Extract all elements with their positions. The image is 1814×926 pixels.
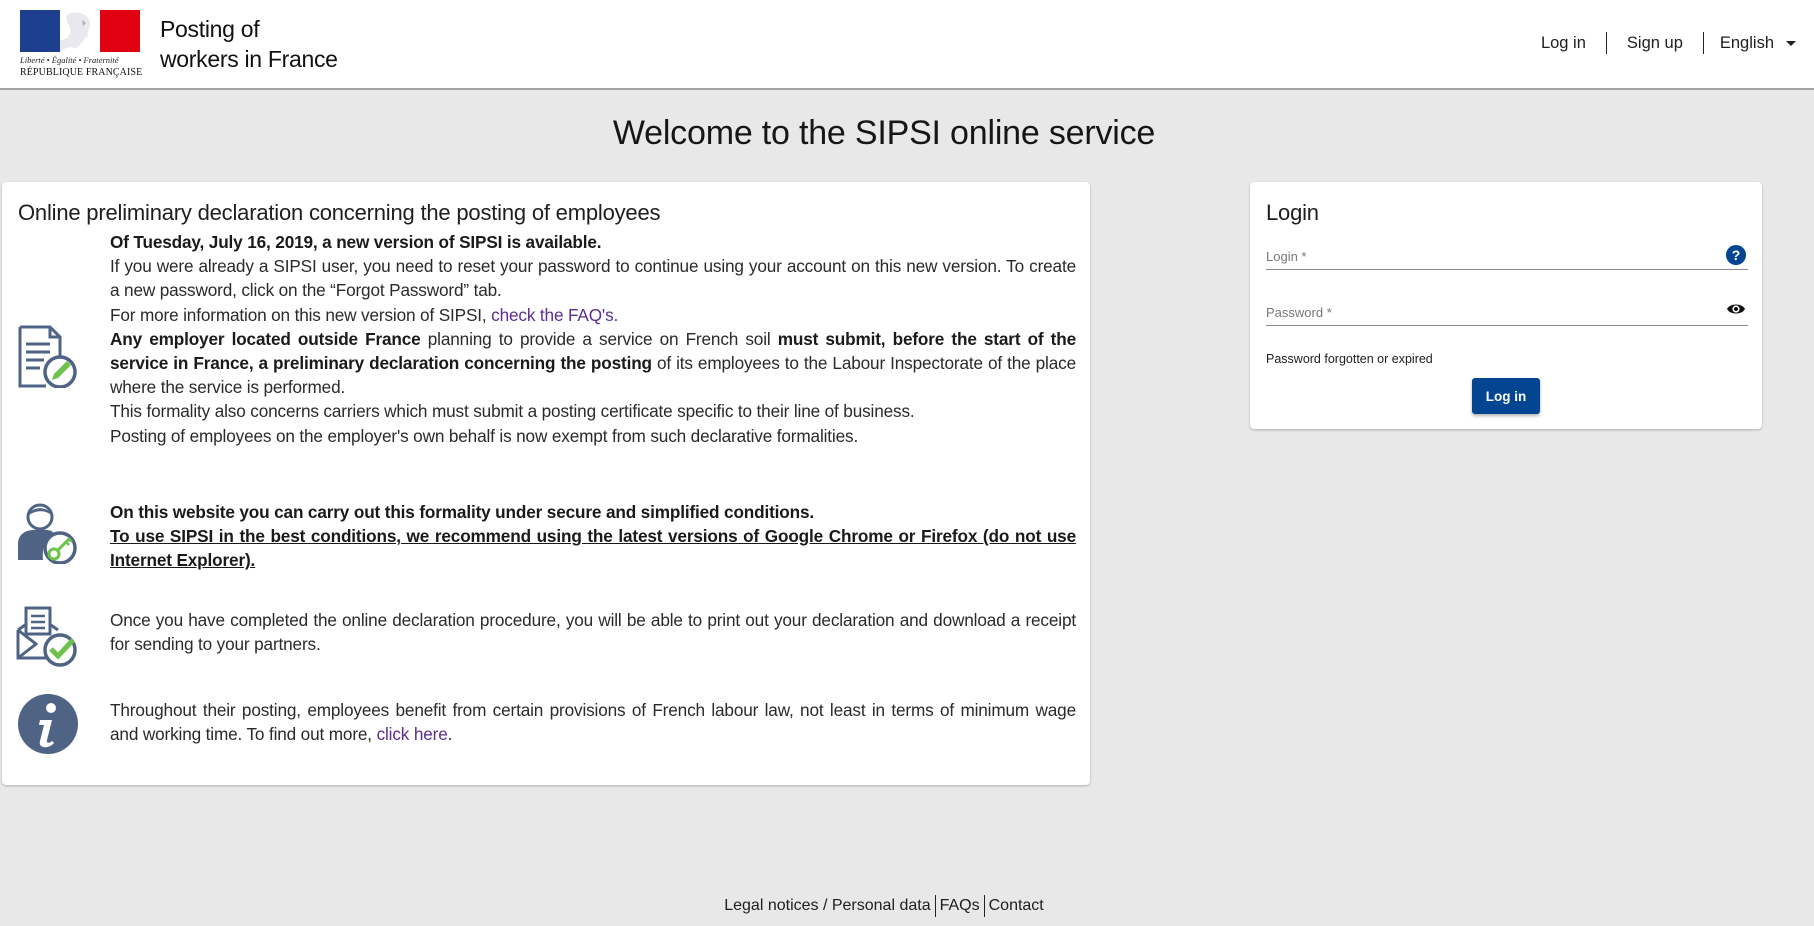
page-title: Welcome to the SIPSI online service: [612, 114, 1156, 152]
site-header: Liberté • Égalité • Fraternité RÉPUBLIQU…: [0, 0, 1814, 90]
language-selector[interactable]: English: [1704, 34, 1796, 53]
print-receipt-block: Once you have completed the online decla…: [110, 610, 1076, 655]
login-card-heading: Login: [1266, 200, 1319, 225]
site-title[interactable]: Posting of workers in France: [160, 14, 338, 74]
document-edit-icon: [18, 325, 77, 388]
browser-recommendation: To use SIPSI in the best conditions, we …: [110, 526, 1076, 571]
logo-name: RÉPUBLIQUE FRANÇAISE: [20, 67, 143, 78]
site-title-line1: Posting of: [160, 16, 260, 42]
footer-legal-link[interactable]: Legal notices / Personal data: [720, 897, 934, 915]
site-footer: Legal notices / Personal data FAQs Conta…: [0, 895, 1768, 917]
footer-contact-link[interactable]: Contact: [985, 897, 1048, 915]
top-navigation: Log in Sign up English: [1521, 32, 1796, 54]
show-password-eye-icon[interactable]: [1726, 302, 1746, 316]
info-icon: [18, 694, 78, 754]
password-field[interactable]: Password *: [1266, 296, 1748, 326]
envelope-check-icon: [16, 606, 77, 667]
logo-motto: Liberté • Égalité • Fraternité: [20, 55, 119, 65]
faq-line-text: For more information on this new version…: [110, 304, 492, 325]
click-here-link[interactable]: click here: [377, 724, 448, 744]
announcement-block: Of Tuesday, July 16, 2019, a new version…: [110, 230, 1076, 448]
password-forgotten-link[interactable]: Password forgotten or expired: [1266, 352, 1433, 366]
exemption-text: Posting of employees on the employer's o…: [110, 425, 859, 446]
footer-faqs-link[interactable]: FAQs: [936, 897, 984, 915]
republique-francaise-logo[interactable]: Liberté • Égalité • Fraternité RÉPUBLIQU…: [20, 10, 142, 80]
announcement-title: Of Tuesday, July 16, 2019, a new version…: [110, 232, 602, 252]
nav-signup-link[interactable]: Sign up: [1607, 34, 1703, 53]
login-submit-button[interactable]: Log in: [1472, 378, 1540, 414]
carriers-text: This formality also concerns carriers wh…: [110, 401, 915, 422]
announcement-reset-text: If you were already a SIPSI user, you ne…: [110, 256, 1076, 301]
password-input[interactable]: [1266, 296, 1706, 325]
announcement-faq-line: For more information on this new version…: [110, 303, 1076, 327]
labour-law-text: Throughout their posting, employees bene…: [110, 700, 1076, 745]
secure-formality-block: On this website you can carry out this f…: [110, 500, 1076, 573]
site-title-line2: workers in France: [160, 46, 338, 72]
info-card-heading: Online preliminary declaration concernin…: [18, 200, 661, 225]
user-key-icon: [18, 503, 77, 564]
chevron-down-icon: [1786, 40, 1796, 46]
labour-law-block: Throughout their posting, employees bene…: [110, 698, 1076, 746]
info-card: Online preliminary declaration concernin…: [2, 182, 1090, 785]
faq-link[interactable]: check the FAQ's.: [491, 305, 618, 325]
login-field[interactable]: Login * ?: [1266, 240, 1748, 270]
labour-law-end: .: [447, 724, 453, 745]
secure-formality-title: On this website you can carry out this f…: [110, 502, 815, 522]
login-input[interactable]: [1266, 240, 1706, 269]
obligation-text-1: planning to provide a service on French …: [420, 328, 778, 349]
language-selected: English: [1719, 33, 1774, 52]
obligation-bold-1: Any employer located outside France: [110, 328, 421, 349]
help-icon[interactable]: ?: [1726, 245, 1746, 265]
employer-obligation-text: Any employer located outside France plan…: [110, 327, 1076, 400]
svg-text:?: ?: [1732, 247, 1741, 263]
nav-login-link[interactable]: Log in: [1521, 34, 1606, 53]
flag-marianne-icon: [20, 10, 140, 52]
login-card: Login Login * ? Password * Password forg…: [1250, 182, 1762, 429]
